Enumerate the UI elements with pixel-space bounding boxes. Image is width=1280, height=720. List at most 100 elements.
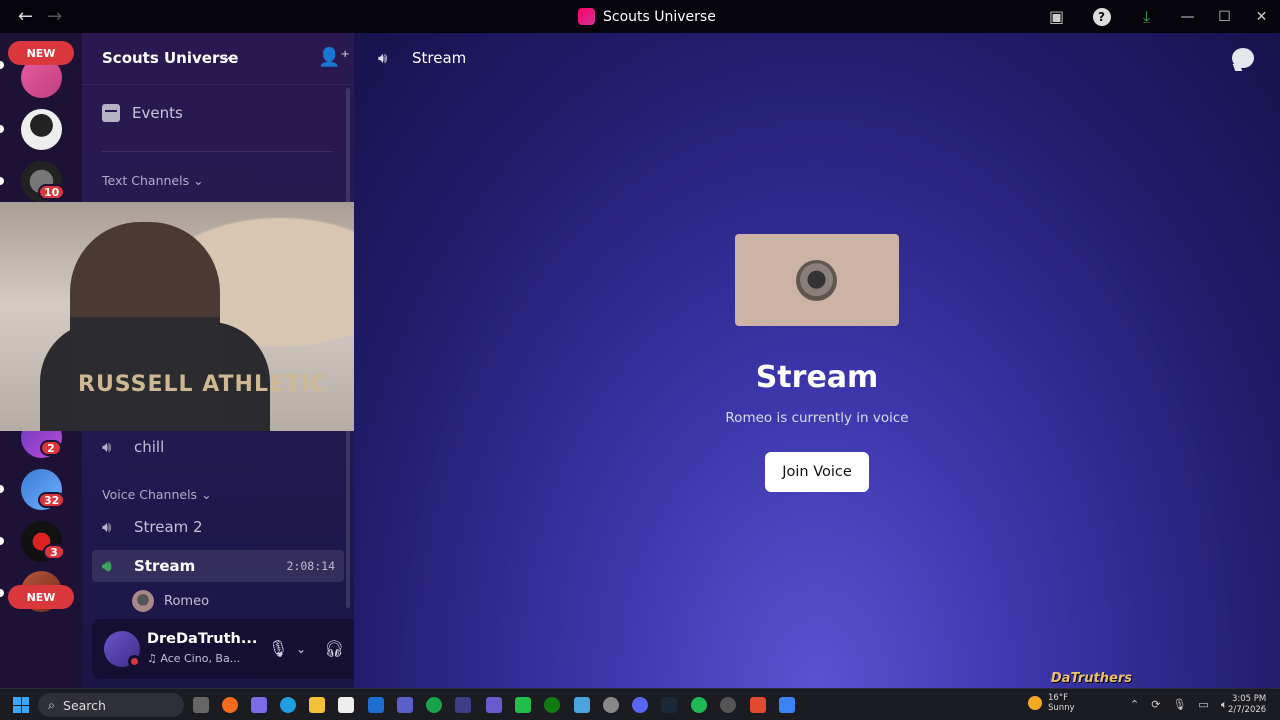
title-bar: ← → Scouts Universe ▣ ? ⤓ — ☐ ✕: [0, 0, 1280, 33]
weather-temp: 16°F: [1048, 693, 1068, 703]
back-button[interactable]: ←: [18, 6, 33, 27]
server-pip: [0, 125, 4, 133]
app-icon[interactable]: [251, 697, 267, 713]
join-voice-button[interactable]: Join Voice: [765, 452, 869, 492]
server-pip: [0, 177, 4, 185]
channel-chill[interactable]: 🔊︎ chill: [92, 431, 344, 463]
username[interactable]: DreDaTruth...: [147, 631, 257, 647]
server-icon-2[interactable]: [21, 109, 62, 150]
settings-icon[interactable]: [603, 697, 619, 713]
app-icon[interactable]: [720, 697, 736, 713]
new-unread-pill-top[interactable]: NEW: [8, 41, 74, 65]
weather-text: 16°F Sunny: [1048, 693, 1075, 713]
minimize-button[interactable]: —: [1169, 0, 1206, 33]
activity-text: Ace Cino, Ba...: [160, 652, 241, 665]
app-icon[interactable]: [426, 697, 442, 713]
maximize-button[interactable]: ☐: [1206, 0, 1243, 33]
voice-timer: 2:08:14: [286, 559, 335, 573]
server-icon: [578, 8, 595, 25]
category-label: Text Channels: [102, 173, 190, 188]
category-text-channels[interactable]: Text Channels ⌄: [102, 173, 204, 188]
chevron-down-icon: ⌄: [193, 173, 204, 188]
channel-label: Stream: [134, 557, 196, 575]
window-title: Scouts Universe: [578, 8, 716, 25]
help-button[interactable]: ?: [1079, 0, 1124, 33]
title-bar-controls: ▣ ? ⤓ — ☐ ✕: [1034, 0, 1280, 33]
taskbar-search[interactable]: ⌕ Search: [38, 693, 184, 717]
steam-icon[interactable]: [661, 697, 677, 713]
chevron-down-icon[interactable]: ⌄: [296, 642, 306, 656]
clock-time: 3:05 PM: [1231, 694, 1267, 704]
file-explorer-icon[interactable]: [309, 697, 325, 713]
channel-stream[interactable]: 🔊︎ Stream 2:08:14: [92, 550, 344, 582]
microphone-icon[interactable]: 🎙︎: [268, 639, 288, 658]
help-icon: ?: [1092, 7, 1111, 26]
windows-taskbar: ⌕ Search 16°F Sunny ⌃ ⟳ 🎙︎ ▭ 🔈︎ 3:05 PM …: [0, 688, 1280, 720]
app-icon[interactable]: [750, 697, 766, 713]
divider: [102, 151, 333, 152]
unread-badge: 2: [40, 440, 62, 456]
server-pip: [0, 537, 4, 545]
speaker-icon: 🔊︎: [102, 518, 112, 536]
app-icon[interactable]: [779, 697, 795, 713]
server-header[interactable]: Scouts Universe ⌄ 👤⁺: [82, 33, 354, 85]
app-icon[interactable]: [486, 697, 502, 713]
discord-icon[interactable]: [632, 697, 648, 713]
store-icon[interactable]: [338, 697, 354, 713]
channel-stream-2[interactable]: 🔊︎ Stream 2: [92, 511, 344, 543]
download-icon[interactable]: ⤓: [1124, 0, 1169, 33]
server-name: Scouts Universe: [102, 49, 239, 67]
task-view-icon[interactable]: [193, 697, 209, 713]
speaker-icon: 🔊︎: [102, 557, 112, 575]
weather-widget[interactable]: 16°F Sunny: [1028, 693, 1075, 713]
new-unread-pill-bottom[interactable]: NEW: [8, 585, 74, 609]
chat-icon[interactable]: [1232, 48, 1254, 68]
sync-icon[interactable]: ⟳: [1151, 698, 1160, 712]
chevron-up-icon[interactable]: ⌃: [1130, 698, 1139, 712]
sun-icon: [1028, 696, 1042, 710]
search-icon: ⌕: [48, 697, 56, 712]
edge-icon[interactable]: [280, 697, 296, 713]
stream-watermark-logo: DaTruthers: [1050, 671, 1132, 686]
forward-button[interactable]: →: [47, 6, 62, 27]
volume-icon[interactable]: 🔈︎: [1221, 698, 1228, 712]
xbox-icon[interactable]: [544, 697, 560, 713]
inbox-icon[interactable]: ▣: [1034, 0, 1079, 33]
spotify-icon[interactable]: [691, 697, 707, 713]
member-name: Romeo: [164, 593, 210, 609]
speaker-icon: 🔊︎: [102, 438, 112, 456]
avatar: [132, 590, 154, 612]
server-pip: [0, 485, 4, 493]
voice-participant-tile[interactable]: [735, 234, 899, 326]
unread-badge: 3: [43, 544, 65, 560]
teams-icon[interactable]: [397, 697, 413, 713]
category-voice-channels[interactable]: Voice Channels ⌄: [102, 487, 212, 502]
voice-member-romeo[interactable]: Romeo: [132, 590, 209, 612]
speaker-icon: 🔊︎: [378, 49, 388, 67]
system-tray: ⌃ ⟳ 🎙︎ ▭ 🔈︎: [1130, 698, 1227, 712]
events-item[interactable]: Events: [102, 104, 183, 122]
avatar: [796, 260, 837, 301]
webcam-overlay: RUSSELL ATHLETIC: [0, 202, 359, 431]
channel-label: chill: [134, 438, 165, 456]
webcam-shirt-text: RUSSELL ATHLETIC: [78, 372, 328, 397]
taskbar-clock[interactable]: 3:05 PM 2/7/2026: [1228, 694, 1266, 716]
events-label: Events: [132, 104, 183, 122]
headphones-icon[interactable]: 🎧︎: [324, 639, 344, 658]
outlook-icon[interactable]: [368, 697, 384, 713]
unread-badge: 32: [38, 492, 66, 508]
firefox-icon[interactable]: [222, 697, 238, 713]
channel-header: 🔊︎ Stream: [378, 49, 466, 67]
network-icon[interactable]: ▭: [1198, 698, 1208, 712]
calendar-icon: [102, 104, 120, 122]
photos-icon[interactable]: [574, 697, 590, 713]
close-button[interactable]: ✕: [1243, 0, 1280, 33]
channel-title: Stream: [412, 49, 467, 67]
invite-icon[interactable]: 👤⁺: [318, 47, 350, 68]
voice-channel-view: 🔊︎ Stream Stream Romeo is currently in v…: [354, 33, 1280, 688]
chevron-down-icon: ⌄: [222, 49, 233, 63]
app-icon[interactable]: [515, 697, 531, 713]
start-button[interactable]: [13, 697, 29, 713]
app-icon[interactable]: [455, 697, 471, 713]
microphone-icon[interactable]: 🎙︎: [1172, 698, 1186, 712]
